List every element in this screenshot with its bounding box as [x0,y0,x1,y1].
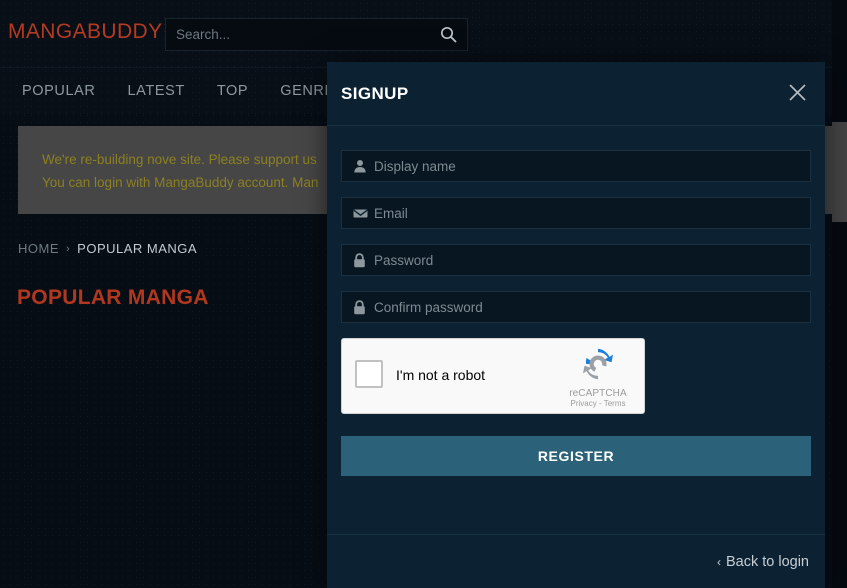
site-logo[interactable]: MANGABUDDY [8,20,163,44]
breadcrumb-home[interactable]: HOME [18,241,59,256]
nav-item-top[interactable]: TOP [217,83,248,99]
email-field [341,197,811,229]
recaptcha-branding: reCAPTCHA Privacy - Terms [561,347,635,408]
search-button[interactable] [429,19,467,50]
register-button[interactable]: REGISTER [341,436,811,476]
scrollbar-thumb[interactable] [832,122,847,222]
envelope-icon [353,198,368,228]
lock-icon [353,245,366,275]
display-name-input[interactable] [374,151,802,181]
email-input[interactable] [374,198,802,228]
nav-item-popular[interactable]: POPULAR [22,83,96,99]
scrollbar-track[interactable] [832,0,847,588]
user-icon [353,151,367,181]
modal-title: SIGNUP [341,84,409,103]
breadcrumb: HOME › POPULAR MANGA [18,241,197,256]
modal-footer: ‹ Back to login [327,534,825,588]
recaptcha-checkbox[interactable] [355,360,383,388]
confirm-password-field [341,291,811,323]
breadcrumb-separator-icon: › [66,242,71,255]
confirm-password-input[interactable] [374,292,802,322]
recaptcha-label: I'm not a robot [396,367,486,383]
chevron-left-icon: ‹ [716,554,721,569]
recaptcha-widget: I'm not a robot reCAPTCHA Privacy - Term… [341,338,645,414]
breadcrumb-current: POPULAR MANGA [77,241,198,256]
modal-header: SIGNUP [327,62,825,126]
search-input[interactable] [166,19,431,50]
close-button[interactable] [781,78,813,110]
lock-icon [353,292,366,322]
top-bar: MANGABUDDY [0,0,847,68]
nav-item-latest[interactable]: LATEST [128,83,185,99]
search-box [165,18,468,51]
page-title: POPULAR MANGA [17,286,209,309]
recaptcha-logo-icon [561,347,635,386]
search-icon [440,26,457,43]
back-to-login-label: Back to login [725,553,809,570]
close-icon [788,83,807,105]
display-name-field [341,150,811,182]
back-to-login-link[interactable]: ‹ Back to login [717,554,809,570]
recaptcha-brand-name: reCAPTCHA [569,388,627,399]
signup-modal: SIGNUP Display name Email I'm not a robo… [327,62,825,588]
password-input[interactable] [374,245,802,275]
recaptcha-legal-links[interactable]: Privacy - Terms [561,399,635,408]
modal-body: I'm not a robot reCAPTCHA Privacy - Term… [327,126,825,476]
password-field [341,244,811,276]
